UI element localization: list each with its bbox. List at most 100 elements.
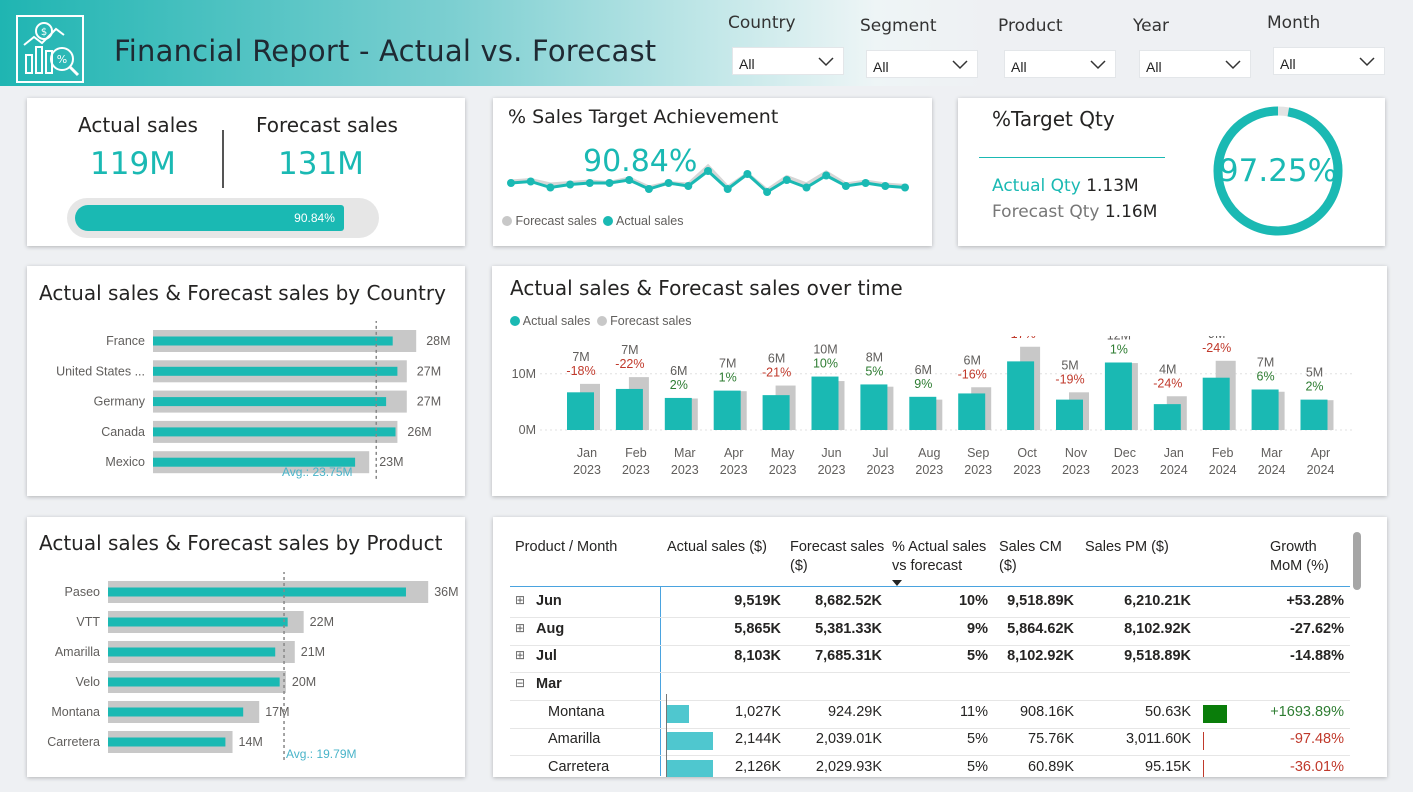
cell-forecast: 2,029.93K: [815, 759, 882, 775]
matrix-row-month[interactable]: Jul: [536, 648, 557, 664]
slicer-segment: Segment All: [860, 13, 980, 78]
expand-icon[interactable]: ⊞: [515, 621, 525, 635]
category-label: United States ...: [56, 364, 145, 378]
row-divider: [510, 672, 1350, 673]
pct-label: 10%: [813, 357, 838, 371]
actual-bar: [108, 707, 244, 717]
x-tick-year: 2023: [915, 463, 943, 477]
cell-cm: 75.76K: [1028, 731, 1074, 747]
slicer-segment-label: Segment: [860, 16, 937, 36]
actual-bar: [664, 397, 692, 430]
cell-cm: 908.16K: [1019, 704, 1074, 720]
matrix-row-product: Montana: [548, 704, 605, 720]
slicer-country-label: Country: [728, 13, 796, 33]
x-tick-month: Jul: [872, 446, 888, 460]
data-label: 21M: [301, 645, 325, 659]
growth-databar: [1203, 732, 1205, 750]
actual-bar: [567, 392, 594, 430]
cell-pct: 11%: [960, 704, 988, 720]
collapse-icon[interactable]: ⊟: [515, 676, 525, 690]
x-tick-month: Dec: [1114, 446, 1136, 460]
matrix-row-month[interactable]: Mar: [536, 676, 562, 692]
col-header-growth-mom[interactable]: Growth MoM (%): [1270, 538, 1340, 576]
slicer-country-dropdown[interactable]: All: [732, 47, 844, 75]
growth-databar: [1203, 705, 1227, 723]
x-tick-year: 2023: [769, 463, 797, 477]
matrix-row-month[interactable]: Aug: [536, 621, 564, 637]
pct-label: -17%: [1007, 336, 1036, 341]
slicer-month-dropdown[interactable]: All: [1273, 47, 1385, 75]
actual-sales-label: Actual sales: [78, 113, 198, 137]
page-title: Financial Report - Actual vs. Forecast: [114, 34, 657, 68]
col-header-pct-actual-vs-forecast[interactable]: % Actual sales vs forecast: [892, 538, 992, 576]
x-tick-month: May: [771, 446, 795, 460]
category-label: Mexico: [105, 455, 145, 469]
spark-point: [901, 183, 909, 192]
spark-point: [782, 176, 791, 184]
over-time-title: Actual sales & Forecast sales over time: [510, 276, 903, 300]
pct-label: 5%: [865, 364, 883, 378]
by-product-card: Actual sales & Forecast sales by Product…: [27, 517, 465, 777]
col-header-product-month[interactable]: Product / Month: [515, 538, 617, 557]
actual-bar: [108, 587, 406, 597]
svg-text:$: $: [41, 27, 47, 38]
cell-cm: 5,864.62K: [1007, 621, 1074, 637]
forecast-qty-label: Forecast Qty: [992, 202, 1100, 222]
x-tick-year: 2024: [1160, 463, 1188, 477]
pct-label: 2%: [670, 378, 688, 392]
slicer-product-label: Product: [998, 16, 1063, 36]
slicer-product: Product All: [998, 13, 1118, 78]
y-tick-label: 0M: [519, 423, 536, 437]
actual-bar: [762, 395, 790, 430]
cell-pm: 8,102.92K: [1124, 621, 1191, 637]
col-header-forecast-sales[interactable]: Forecast sales ($): [790, 538, 885, 576]
actual-bar: [713, 390, 741, 430]
value-label: 6M: [670, 364, 687, 378]
legend-actual-dot: [603, 216, 614, 226]
actual-bar: [1056, 399, 1083, 430]
cell-cm: 8,102.92K: [1007, 648, 1074, 664]
expand-icon[interactable]: ⊞: [515, 648, 525, 662]
data-label: 36M: [434, 585, 458, 599]
matrix-scrollbar[interactable]: [1353, 532, 1361, 590]
cell-pct: 9%: [967, 621, 988, 637]
legend-actual-dot: [510, 316, 520, 326]
actual-bar: [108, 647, 276, 657]
target-qty-percent: 97.25%: [1218, 153, 1338, 189]
matrix-row-month[interactable]: Jun: [536, 593, 562, 609]
data-label: 26M: [407, 425, 431, 439]
col-header-sales-cm[interactable]: Sales CM ($): [999, 538, 1064, 576]
progress-fill: 90.84%: [75, 205, 344, 231]
slicer-segment-dropdown[interactable]: All: [866, 50, 978, 78]
x-tick-month: Nov: [1065, 446, 1088, 460]
by-country-card: Actual sales & Forecast sales by Country…: [27, 266, 465, 496]
cell-growth: -97.48%: [1289, 731, 1344, 747]
sort-desc-icon: [892, 574, 902, 590]
slicer-product-dropdown[interactable]: All: [1004, 50, 1116, 78]
spark-point: [802, 183, 811, 192]
x-tick-year: 2023: [1013, 463, 1041, 477]
col-header-actual-sales[interactable]: Actual sales ($): [667, 538, 767, 557]
slicer-month: Month All: [1267, 13, 1387, 75]
pct-label: -24%: [1202, 341, 1231, 355]
legend-actual-label: Actual sales: [522, 314, 591, 328]
value-label: 7M: [572, 350, 589, 364]
spark-point: [704, 167, 712, 175]
x-tick-year: 2023: [964, 463, 992, 477]
chevron-down-icon: [1359, 57, 1375, 67]
spark-point: [566, 180, 575, 189]
col-header-sales-pm[interactable]: Sales PM ($): [1085, 538, 1169, 557]
spark-point: [841, 182, 850, 190]
x-tick-year: 2023: [1062, 463, 1090, 477]
cell-actual: 8,103K: [734, 648, 781, 664]
matrix-row-product: Carretera: [548, 759, 610, 775]
product-avg-label: Avg.: 19.79M: [286, 747, 357, 761]
spark-point: [625, 176, 634, 184]
by-product-chart: Paseo 36M VTT 22M Amarilla 21M Velo 20M Montana 1…: [47, 572, 459, 761]
category-label: France: [106, 334, 145, 348]
expand-icon[interactable]: ⊞: [515, 593, 525, 607]
pct-label: -18%: [566, 364, 595, 378]
slicer-year-dropdown[interactable]: All: [1139, 50, 1251, 78]
spark-point: [763, 188, 772, 196]
x-tick-year: 2023: [720, 463, 748, 477]
